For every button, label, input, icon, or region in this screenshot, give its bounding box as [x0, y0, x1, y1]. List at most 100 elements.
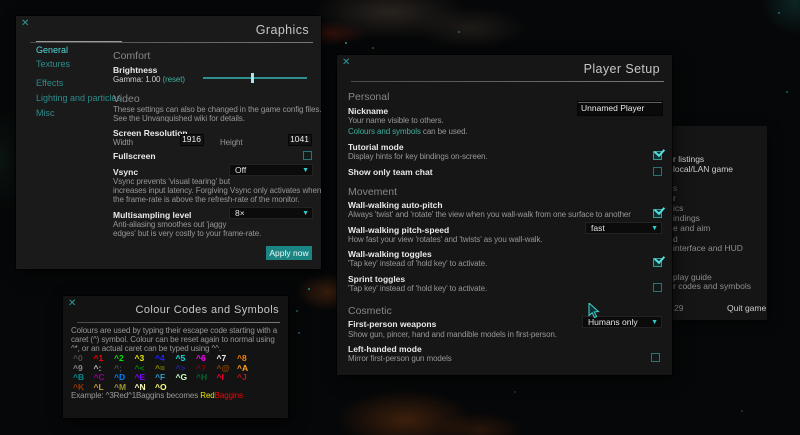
screen-resolution-label: Screen Resolution	[113, 128, 188, 138]
sprint-toggles-desc: 'Tap key' instead of 'hold key' to activ…	[348, 284, 487, 293]
gamma-slider[interactable]	[203, 77, 307, 79]
main-menu-panel-fragment: r listings local/LAN game s r ics inding…	[672, 126, 767, 320]
link-suffix: can be used.	[421, 127, 468, 136]
height-input[interactable]: 1041	[288, 134, 312, 146]
mouse-cursor-icon	[588, 303, 600, 324]
fullscreen-checkbox[interactable]	[303, 151, 312, 160]
colour-code: ^D	[114, 372, 135, 382]
example-red: Red	[200, 391, 214, 400]
autopitch-label: Wall-walking auto-pitch	[348, 200, 443, 210]
gamma-reset-link[interactable]: (reset)	[163, 75, 185, 84]
menu-item-mouse-aim[interactable]: e and aim	[673, 223, 710, 233]
apply-now-button[interactable]: Apply now	[266, 246, 312, 260]
colour-code: ^F	[155, 372, 176, 382]
colour-code: ^=	[155, 363, 176, 373]
multisampling-value: 8×	[235, 208, 245, 218]
colour-code: ^G	[176, 372, 197, 382]
vsync-dropdown[interactable]: Off ▼	[229, 164, 313, 176]
wall-toggles-label: Wall-walking toggles	[348, 249, 432, 259]
colour-code: ^<	[135, 363, 156, 373]
pitch-speed-desc: How fast your view 'rotates' and 'twists…	[348, 235, 543, 244]
fp-weapons-desc: Show gun, pincer, hand and mandible mode…	[348, 330, 557, 339]
colour-code: ^I	[217, 372, 238, 382]
multisampling-dropdown[interactable]: 8× ▼	[229, 207, 313, 219]
tutorial-mode-desc: Display hints for key bindings on-screen…	[348, 152, 488, 161]
colour-code: ^:	[94, 363, 115, 373]
sidebar-item-effects[interactable]: Effects	[36, 78, 63, 88]
tutorial-mode-checkbox[interactable]	[653, 151, 662, 160]
nickname-link-line: Colours and symbols can be used.	[348, 127, 468, 136]
movement-header: Movement	[348, 186, 397, 198]
left-handed-checkbox[interactable]	[651, 353, 660, 362]
nickname-input[interactable]: Unnamed Player	[578, 102, 662, 115]
team-chat-checkbox[interactable]	[653, 167, 662, 176]
vsync-desc-line2: increases input latency. Forgiving Vsync…	[113, 186, 321, 195]
menu-section-options: s	[673, 183, 677, 193]
menu-item-bindings[interactable]: indings	[673, 213, 700, 223]
colour-code: ^1	[94, 353, 115, 363]
title-divider	[77, 322, 280, 323]
menu-item-server-listings[interactable]: r listings	[673, 154, 704, 164]
multisampling-desc-line2: edges' but is very costly to your frame-…	[113, 229, 261, 238]
video-header: Video	[113, 93, 140, 105]
colour-code: ^8	[237, 353, 258, 363]
window-title: Colour Codes and Symbols	[135, 304, 279, 316]
colour-code: ^O	[155, 382, 176, 392]
sidebar-item-textures[interactable]: Textures	[36, 59, 70, 69]
window-title: Graphics	[256, 23, 309, 37]
pitch-speed-dropdown[interactable]: fast ▼	[585, 222, 662, 234]
nickname-label: Nickname	[348, 106, 388, 116]
brightness-label: Brightness	[113, 65, 157, 75]
autopitch-desc: Always 'twist' and 'rotate' the view whe…	[348, 210, 631, 219]
gamma-label: Gamma: 1.00	[113, 75, 160, 84]
cosmetic-header: Cosmetic	[348, 305, 392, 317]
vsync-value: Off	[235, 165, 246, 175]
fullscreen-label: Fullscreen	[113, 151, 156, 161]
chevron-down-icon: ▼	[651, 318, 658, 327]
menu-item-colour-codes[interactable]: r codes and symbols	[673, 281, 751, 291]
width-input[interactable]: 1916	[180, 134, 204, 146]
chevron-down-icon: ▼	[302, 166, 309, 175]
menu-item-interface-hud[interactable]: interface and HUD	[673, 243, 743, 253]
nickname-desc: Your name visible to others.	[348, 116, 444, 125]
width-label: Width	[113, 138, 133, 147]
vsync-desc-line3: the frame-rate is above the refresh-rate…	[113, 195, 300, 204]
gamma-slider-thumb[interactable]	[251, 73, 254, 83]
quit-game-button[interactable]: Quit game	[727, 303, 766, 313]
close-icon[interactable]: ✕	[68, 299, 76, 309]
close-icon[interactable]: ✕	[342, 58, 350, 68]
colour-codes-window: ✕ Colour Codes and Symbols Colours are u…	[63, 296, 288, 418]
menu-item-local-lan-game[interactable]: local/LAN game	[673, 164, 733, 174]
colour-code: ^E	[135, 372, 156, 382]
sprint-toggles-checkbox[interactable]	[653, 283, 662, 292]
personal-header: Personal	[348, 91, 389, 103]
wall-toggles-checkbox[interactable]	[653, 258, 662, 267]
colour-example-line: Example: ^3Red^1Baggins becomes RedBaggi…	[71, 391, 243, 400]
chevron-down-icon: ▼	[302, 209, 309, 218]
colours-symbols-link[interactable]: Colours and symbols	[348, 127, 421, 136]
comfort-header: Comfort	[113, 50, 150, 62]
multisampling-desc-line1: Anti-aliasing smoothes out 'jaggy	[113, 220, 226, 229]
height-label: Height	[220, 138, 243, 147]
colour-code: ^2	[114, 353, 135, 363]
fp-weapons-label: First-person weapons	[348, 319, 436, 329]
sidebar-item-lighting[interactable]: Lighting and particles	[36, 93, 121, 103]
background-stars	[0, 0, 2, 2]
sprint-toggles-label: Sprint toggles	[348, 274, 405, 284]
close-icon[interactable]: ✕	[21, 19, 29, 29]
colour-code: ^>	[176, 363, 197, 373]
colour-code: ^A	[237, 363, 258, 373]
pitch-speed-label: Wall-walking pitch-speed	[348, 225, 449, 235]
sidebar-item-misc[interactable]: Misc	[36, 108, 55, 118]
autopitch-checkbox[interactable]	[653, 209, 662, 218]
colour-code: ^7	[217, 353, 238, 363]
sidebar-item-general[interactable]: General	[36, 45, 68, 55]
menu-item-graphics[interactable]: ics	[673, 203, 683, 213]
title-divider	[351, 81, 664, 82]
menu-item-player[interactable]: r	[673, 193, 676, 203]
example-baggins: Baggins	[215, 391, 243, 400]
left-handed-label: Left-handed mode	[348, 344, 422, 354]
colour-code: ^4	[155, 353, 176, 363]
vsync-desc-line1: Vsync prevents 'visual tearing' but	[113, 177, 230, 186]
pitch-speed-value: fast	[591, 223, 605, 233]
